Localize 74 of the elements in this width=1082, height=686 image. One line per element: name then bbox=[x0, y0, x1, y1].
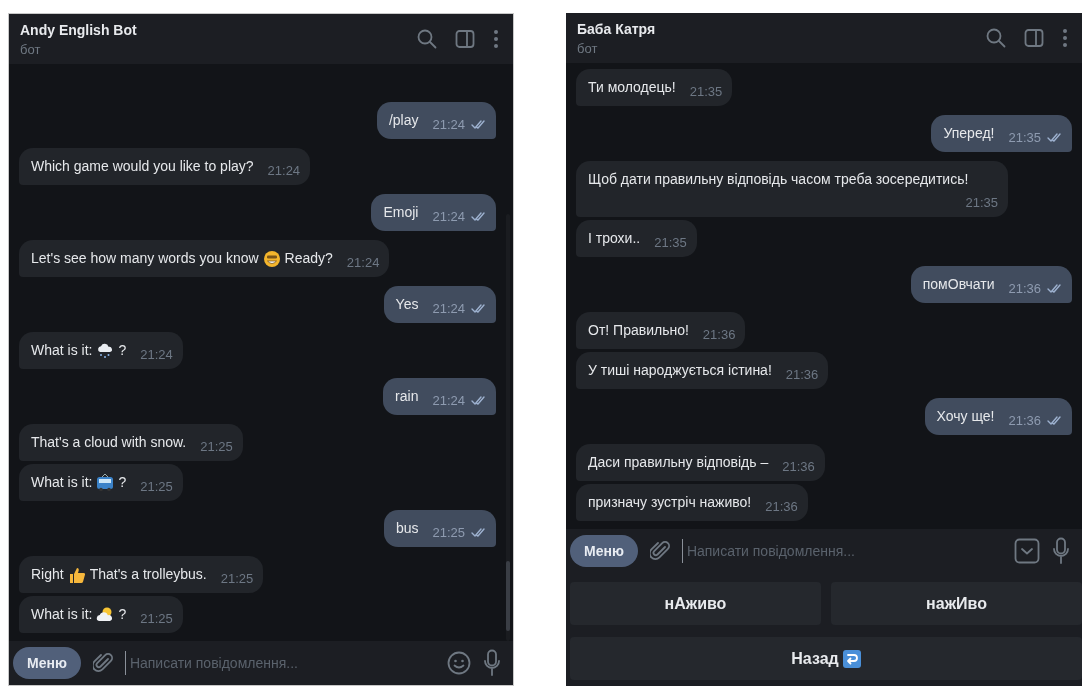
message-text: От! Правильно! bbox=[588, 321, 689, 340]
message-text: ? bbox=[118, 473, 127, 492]
search-icon[interactable] bbox=[417, 29, 437, 49]
keyboard-button[interactable]: нАживо bbox=[570, 582, 821, 625]
keyboard-button[interactable]: нажИво bbox=[831, 582, 1082, 625]
message-text: What is it: bbox=[31, 341, 93, 360]
message-time: 21:24 bbox=[432, 392, 465, 410]
message-time: 21:36 bbox=[1008, 280, 1041, 298]
message-input[interactable]: Написати повідомлення... bbox=[681, 539, 1002, 563]
message-time: 21:36 bbox=[782, 458, 815, 476]
message-text: Which game would you like to play? bbox=[31, 157, 254, 176]
menu-button[interactable]: Меню bbox=[13, 647, 81, 679]
chat-subtitle: бот bbox=[20, 41, 42, 57]
message-time: 21:35 bbox=[689, 83, 723, 101]
message-time: 21:36 bbox=[1008, 412, 1041, 430]
search-icon[interactable] bbox=[986, 28, 1006, 48]
message-text: Даси правильну відповідь – bbox=[588, 453, 769, 472]
message-time: 21:25 bbox=[220, 570, 254, 588]
message-text: That's a trolleybus. bbox=[89, 565, 207, 584]
chat-title: Andy English Bot bbox=[20, 21, 137, 38]
message-text: bus bbox=[395, 519, 419, 538]
message-time: 21:24 bbox=[432, 208, 465, 226]
chat-title: Баба Катря bbox=[577, 20, 656, 37]
message-text: Yes bbox=[395, 295, 419, 314]
paperclip-icon[interactable] bbox=[92, 652, 113, 674]
message-text: Let's see how many words you know bbox=[31, 249, 259, 268]
microphone-icon[interactable] bbox=[483, 649, 501, 677]
message-text: Emoji bbox=[383, 203, 419, 222]
message-text: What is it: bbox=[31, 605, 93, 624]
message-time: 21:24 bbox=[432, 116, 465, 134]
message-time: 21:24 bbox=[346, 254, 380, 272]
message-text: У тиші народжується істина! bbox=[588, 361, 772, 380]
menu-button[interactable]: Меню bbox=[570, 535, 638, 567]
message-time: 21:25 bbox=[200, 438, 233, 456]
message-text: Уперед! bbox=[943, 124, 995, 143]
message-text: Ready? bbox=[284, 249, 333, 268]
message-time: 21:25 bbox=[140, 478, 173, 496]
message-time: 21:36 bbox=[702, 326, 736, 344]
message-time: 21:36 bbox=[785, 366, 819, 384]
message-composer[interactable]: Меню Написати повідомлення... bbox=[566, 529, 1082, 573]
message-text: That's a cloud with snow. bbox=[31, 433, 187, 452]
message-text: ? bbox=[118, 605, 127, 624]
more-options-icon[interactable] bbox=[493, 29, 499, 49]
message-text: помОвчати bbox=[922, 275, 995, 294]
message-text: Хочу ще! bbox=[936, 407, 995, 426]
message-text: Right bbox=[31, 565, 64, 584]
message-text: І трохи.. bbox=[588, 229, 641, 248]
microphone-icon[interactable] bbox=[1052, 537, 1070, 565]
message-text: призначу зустріч наживо! bbox=[588, 493, 752, 512]
smiley-icon[interactable] bbox=[447, 651, 471, 675]
message-text: /play bbox=[388, 111, 419, 130]
message-time: 21:24 bbox=[267, 162, 301, 180]
message-time: 21:25 bbox=[140, 610, 173, 628]
keyboard-button[interactable]: Назад bbox=[570, 637, 1082, 680]
message-text: rain bbox=[395, 387, 419, 406]
message-text: ? bbox=[118, 341, 127, 360]
more-options-icon[interactable] bbox=[1062, 28, 1068, 48]
message-time: 21:36 bbox=[765, 498, 798, 516]
message-time: 21:24 bbox=[140, 346, 173, 364]
sidebar-toggle-icon[interactable] bbox=[455, 29, 475, 49]
message-text: Щоб дати правильну відповідь часом треба зосередитись! bbox=[588, 170, 969, 189]
message-text: What is it: bbox=[31, 473, 93, 492]
message-composer[interactable]: Меню Написати повідомлення... bbox=[9, 641, 513, 685]
message-time: 21:35 bbox=[654, 234, 687, 252]
keyboard-toggle-icon[interactable] bbox=[1014, 538, 1040, 564]
message-time: 21:35 bbox=[965, 194, 998, 212]
message-time: 21:35 bbox=[1008, 129, 1041, 147]
paperclip-icon[interactable] bbox=[649, 540, 670, 562]
sidebar-toggle-icon[interactable] bbox=[1024, 28, 1044, 48]
chat-subtitle: бот bbox=[577, 40, 599, 56]
message-text: Ти молодець! bbox=[588, 78, 676, 97]
message-input[interactable]: Написати повідомлення... bbox=[124, 651, 435, 675]
message-time: 21:25 bbox=[432, 524, 465, 542]
message-time: 21:24 bbox=[432, 300, 465, 318]
